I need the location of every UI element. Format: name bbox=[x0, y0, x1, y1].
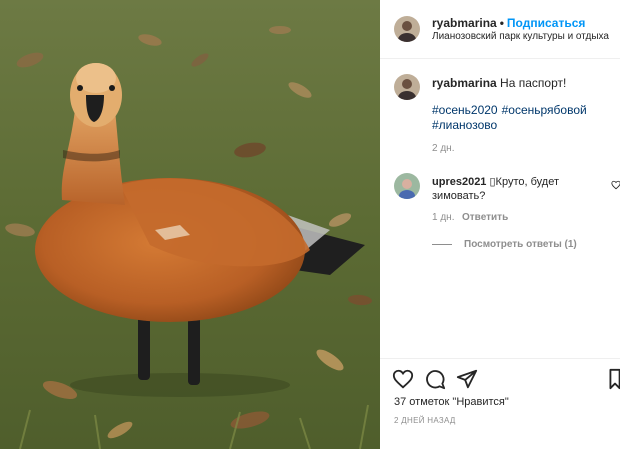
likes-count[interactable]: 37 отметок "Нравится" bbox=[394, 396, 509, 408]
commenter-avatar[interactable] bbox=[394, 173, 420, 199]
header-user-line: ryabmarina • Подписаться bbox=[432, 16, 585, 30]
caption-text: На паспорт! bbox=[500, 76, 567, 90]
author-avatar[interactable] bbox=[394, 16, 420, 42]
comment-body: upres2021 ▯Круто, будет зимовать? bbox=[432, 175, 602, 203]
caption-hashtags: #осень2020 #осеньрябовой #лианозово bbox=[432, 103, 612, 133]
author-username[interactable]: ryabmarina bbox=[432, 16, 497, 30]
comment-like-heart-icon[interactable] bbox=[611, 180, 620, 190]
reply-button[interactable]: Ответить bbox=[462, 212, 508, 223]
caption-time[interactable]: 2 дн. bbox=[432, 143, 454, 154]
comment-time[interactable]: 1 дн. bbox=[432, 212, 454, 223]
location-link[interactable]: Лианозовский парк культуры и отдыха bbox=[432, 31, 609, 42]
caption-avatar[interactable] bbox=[394, 74, 420, 100]
hashtag-link[interactable]: #осеньрябовой bbox=[502, 103, 587, 118]
replies-divider-line bbox=[432, 243, 452, 245]
duck-photo-image bbox=[0, 0, 380, 449]
hashtag-link[interactable]: #лианозово bbox=[432, 118, 497, 133]
caption-line: ryabmarina На паспорт! bbox=[432, 76, 566, 90]
share-icon[interactable] bbox=[456, 368, 478, 390]
view-replies-label: Посмотреть ответы (1) bbox=[464, 239, 577, 250]
separator-dot: • bbox=[499, 16, 504, 30]
post-actions-bar: 37 отметок "Нравится" 2 ДНЕЙ НАЗАД bbox=[380, 358, 620, 450]
bookmark-icon[interactable] bbox=[608, 368, 620, 390]
post-header: ryabmarina • Подписаться Лианозовский парк… bbox=[380, 0, 620, 59]
post-details-panel: ryabmarina • Подписаться Лианозовский парк… bbox=[380, 0, 620, 449]
heart-icon[interactable] bbox=[392, 368, 414, 390]
caption-username[interactable]: ryabmarina bbox=[432, 76, 497, 90]
comment-icon[interactable] bbox=[424, 368, 446, 390]
hashtag-link[interactable]: #осень2020 bbox=[432, 103, 498, 118]
view-replies-button[interactable]: Посмотреть ответы (1) bbox=[432, 239, 577, 250]
commenter-username[interactable]: upres2021 bbox=[432, 176, 486, 188]
post-photo[interactable] bbox=[0, 0, 380, 449]
follow-button[interactable]: Подписаться bbox=[507, 16, 585, 30]
post-timestamp[interactable]: 2 ДНЕЙ НАЗАД bbox=[394, 416, 456, 425]
